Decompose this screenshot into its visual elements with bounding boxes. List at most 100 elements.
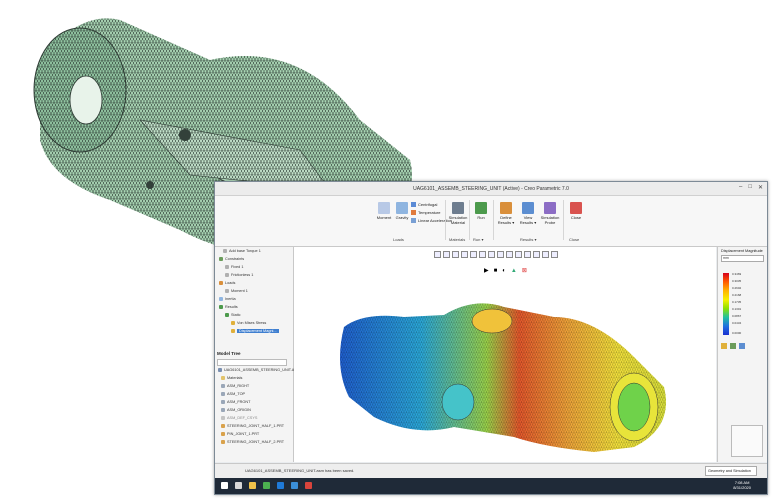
stop-icon[interactable]: ■ bbox=[494, 268, 498, 274]
frictionless-icon bbox=[225, 273, 229, 277]
gravity-icon bbox=[396, 202, 408, 214]
repaint-icon[interactable] bbox=[461, 251, 468, 258]
legend-export-icon[interactable] bbox=[739, 343, 745, 349]
ribbon-divider bbox=[445, 200, 446, 240]
tree-item[interactable]: Constraints bbox=[219, 257, 244, 261]
close-ribbon-button[interactable]: Close bbox=[565, 202, 587, 220]
view-manager-icon[interactable] bbox=[515, 251, 522, 258]
app-icon[interactable] bbox=[291, 482, 298, 489]
tree-item[interactable]: ASM_FRONT bbox=[221, 400, 250, 404]
taskbar-clock[interactable]: 7:08 AM 8/31/2020 bbox=[733, 480, 751, 490]
tree-item-label: STEERING_JOINT_HALF_2.PRT bbox=[227, 440, 285, 444]
status-message: UAG6101_ASSEMB_STEERING_UNIT.asm has bee… bbox=[245, 468, 355, 473]
gravity-label: Gravity bbox=[395, 215, 409, 220]
tree-item[interactable]: UAG6101_ASSEMB_STEERING_UNIT.ASM bbox=[218, 368, 300, 372]
tree-item[interactable]: Inertia bbox=[219, 297, 236, 301]
view-results-button[interactable]: View Results ▾ bbox=[517, 202, 539, 225]
results-group-label: Results ▾ bbox=[520, 237, 537, 242]
legend-format-icon[interactable] bbox=[730, 343, 736, 349]
close-window-button[interactable]: ✕ bbox=[758, 184, 763, 191]
minimize-button[interactable]: – bbox=[739, 184, 742, 191]
appearance-icon[interactable] bbox=[551, 251, 558, 258]
tree-item[interactable]: STEERING_JOINT_HALF_2.PRT bbox=[221, 440, 284, 444]
materials-group-label: Materials bbox=[449, 237, 466, 242]
tree-item-selected[interactable]: Displacement Magni... bbox=[231, 329, 279, 333]
tree-item-label: Materials bbox=[227, 376, 243, 380]
view-triad-icon bbox=[731, 425, 763, 457]
tree-item-label: PIN_JOINT_1.PRT bbox=[227, 432, 260, 436]
define-results-icon bbox=[500, 202, 512, 214]
close-label: Close bbox=[570, 215, 582, 220]
display-options-icon[interactable]: ◐ bbox=[502, 268, 506, 274]
explorer-icon[interactable] bbox=[249, 482, 256, 489]
stress-icon bbox=[231, 321, 235, 325]
selection-filter[interactable]: Geometry and Simulation bbox=[705, 466, 757, 476]
legend-tick: 0.3035 bbox=[732, 279, 742, 283]
legend-tick: 0.2602 bbox=[732, 286, 742, 290]
start-icon[interactable] bbox=[221, 482, 228, 489]
tree-item[interactable]: PIN_JOINT_1.PRT bbox=[221, 432, 259, 436]
tree-item[interactable]: Von Mises Stress bbox=[231, 321, 266, 325]
tree-item[interactable]: Static bbox=[225, 313, 241, 317]
tree-item[interactable]: Materials bbox=[221, 376, 242, 380]
app-icon[interactable] bbox=[305, 482, 312, 489]
displacement-result-render bbox=[340, 303, 666, 452]
play-icon[interactable]: ▶ bbox=[484, 267, 489, 274]
app-icon[interactable] bbox=[277, 482, 284, 489]
static-icon bbox=[225, 313, 229, 317]
tree-item[interactable]: Results bbox=[219, 305, 238, 309]
view-results-icon bbox=[522, 202, 534, 214]
loads-group-label: Loads bbox=[393, 237, 404, 242]
tree-item-label: ASM_DEF_CSYS bbox=[227, 416, 258, 420]
tree-item[interactable]: ASM_DEF_CSYS bbox=[221, 416, 257, 420]
creo-taskbar-icon[interactable] bbox=[263, 482, 270, 489]
load-icon bbox=[223, 249, 227, 253]
graphics-viewport[interactable]: ▶ ■ ◐ ▲ ⊠ bbox=[294, 247, 716, 462]
tree-item[interactable]: ASM_RIGHT bbox=[221, 384, 249, 388]
simulation-material-button[interactable]: Simulation Material bbox=[447, 202, 469, 225]
define-results-button[interactable]: Define Results ▾ bbox=[495, 202, 517, 225]
search-icon[interactable] bbox=[235, 482, 242, 489]
part-icon bbox=[221, 440, 225, 444]
refit-icon[interactable] bbox=[452, 251, 459, 258]
maximize-button[interactable]: □ bbox=[748, 184, 752, 191]
tree-item[interactable]: Add base Torque 1 bbox=[223, 249, 261, 253]
unit-select[interactable]: mm bbox=[721, 255, 764, 262]
tree-item-label: ASM_RIGHT bbox=[227, 384, 250, 388]
color-scale-icon[interactable]: ▲ bbox=[511, 268, 517, 274]
saved-views-icon[interactable] bbox=[479, 251, 486, 258]
datum-display-icon[interactable] bbox=[488, 251, 495, 258]
tree-item-label: Fixed 1 bbox=[231, 265, 244, 269]
display-style-icon[interactable] bbox=[470, 251, 477, 258]
zoom-out-icon[interactable] bbox=[443, 251, 450, 258]
linear-accel-icon bbox=[411, 218, 416, 223]
section-icon[interactable] bbox=[524, 251, 531, 258]
loads-icon bbox=[219, 281, 223, 285]
centrifugal-button[interactable]: Centrifugal bbox=[411, 202, 437, 207]
zoom-in-icon[interactable] bbox=[434, 251, 441, 258]
spin-center-icon[interactable] bbox=[506, 251, 513, 258]
tree-item-label: Static bbox=[231, 313, 241, 317]
tree-item[interactable]: ASM_TOP bbox=[221, 392, 245, 396]
layer-icon[interactable] bbox=[542, 251, 549, 258]
temperature-button[interactable]: Temperature bbox=[411, 210, 440, 215]
fixed-icon bbox=[225, 265, 229, 269]
simulation-probe-button[interactable]: Simulation Probe bbox=[539, 202, 561, 225]
gravity-button[interactable]: Gravity bbox=[391, 202, 413, 220]
tree-item[interactable]: Frictionless 1 bbox=[225, 273, 253, 277]
run-button[interactable]: Run bbox=[470, 202, 492, 220]
close-results-icon[interactable]: ⊠ bbox=[522, 267, 527, 274]
perspective-icon[interactable] bbox=[533, 251, 540, 258]
legend-tick: 0.0867 bbox=[732, 314, 742, 318]
tree-item[interactable]: Fixed 1 bbox=[225, 265, 243, 269]
tree-item[interactable]: ASM_ORIGIN bbox=[221, 408, 251, 412]
annotations-icon[interactable] bbox=[497, 251, 504, 258]
model-tree-search[interactable] bbox=[217, 359, 287, 366]
tree-item[interactable]: Loads bbox=[219, 281, 235, 285]
tree-item-label: Displacement Magni... bbox=[237, 329, 279, 333]
tree-item[interactable]: STEERING_JOINT_HALF_1.PRT bbox=[221, 424, 284, 428]
tree-item[interactable]: Moment 1 bbox=[225, 289, 248, 293]
legend-settings-icon[interactable] bbox=[721, 343, 727, 349]
tree-item-label: UAG6101_ASSEMB_STEERING_UNIT.ASM bbox=[224, 368, 300, 372]
part-icon bbox=[221, 432, 225, 436]
